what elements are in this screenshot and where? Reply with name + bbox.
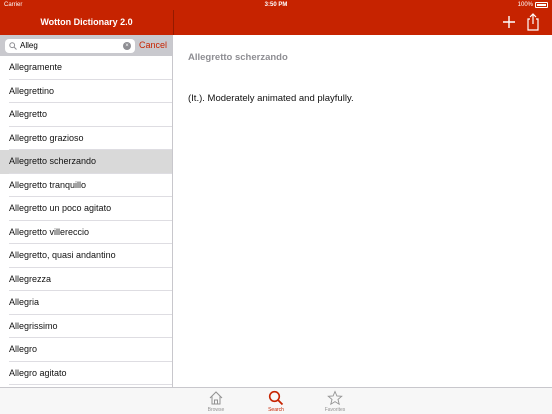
tab-search[interactable]: Search [256, 390, 296, 413]
tab-favorites-label: Favorites [324, 407, 346, 413]
star-icon [327, 390, 343, 406]
results-list: Allegramente Allegrettino Allegretto Allegr… [0, 56, 172, 385]
plus-icon [503, 16, 515, 28]
nav-divider [173, 10, 174, 35]
tab-browse[interactable]: Browse [196, 390, 236, 413]
result-row[interactable]: Allegretto [0, 103, 172, 127]
detail-pane: Allegretto scherzando (It.). Moderately … [174, 35, 552, 387]
result-row[interactable]: Allegretto, quasi andantino [0, 244, 172, 268]
house-icon [209, 391, 223, 405]
status-time: 3:50 PM [264, 2, 288, 8]
clear-icon[interactable]: × [123, 42, 131, 50]
search-bar: Alleg × Cancel [0, 35, 172, 56]
battery-icon [535, 2, 548, 8]
result-row[interactable]: Allegro [0, 338, 172, 362]
magnifier-icon [9, 42, 17, 50]
result-row[interactable]: Allegrissimo [0, 315, 172, 339]
tab-bar: Browse Search Favorites [0, 387, 552, 414]
result-row[interactable]: Allegretto grazioso [0, 127, 172, 151]
search-input[interactable]: Alleg × [5, 39, 135, 53]
status-bar: Carrier 3:50 PM 100% [0, 0, 552, 10]
tab-favorites[interactable]: Favorites [315, 390, 355, 413]
result-row[interactable]: Allegretto un poco agitato [0, 197, 172, 221]
navigation-bar: Wotton Dictionary 2.0 [0, 10, 552, 35]
entry-title: Allegretto scherzando [188, 52, 288, 63]
search-value: Alleg [20, 41, 38, 50]
result-row[interactable]: Allegramente [0, 56, 172, 80]
cancel-button[interactable]: Cancel [139, 40, 167, 50]
result-row[interactable]: Allegrezza [0, 268, 172, 292]
battery-indicator: 100% [518, 2, 548, 8]
entry-definition: (It.). Moderately animated and playfully… [188, 93, 354, 104]
share-icon [527, 13, 539, 31]
result-row[interactable]: Allegretto scherzando [0, 150, 172, 174]
tab-browse-label: Browse [207, 407, 225, 413]
add-button[interactable] [500, 12, 518, 32]
result-row[interactable]: Allegretto villereccio [0, 221, 172, 245]
search-icon [268, 390, 284, 406]
share-button[interactable] [526, 12, 544, 32]
results-sidebar: Alleg × Cancel Allegramente Allegrettino A… [0, 35, 173, 387]
tab-search-label: Search [268, 407, 284, 413]
battery-percent: 100% [517, 2, 533, 8]
result-row[interactable]: Allegro agitato [0, 362, 172, 386]
result-row[interactable]: Allegria [0, 291, 172, 315]
result-row[interactable]: Allegrettino [0, 80, 172, 104]
result-row[interactable]: Allegretto tranquillo [0, 174, 172, 198]
app-title: Wotton Dictionary 2.0 [40, 17, 133, 27]
